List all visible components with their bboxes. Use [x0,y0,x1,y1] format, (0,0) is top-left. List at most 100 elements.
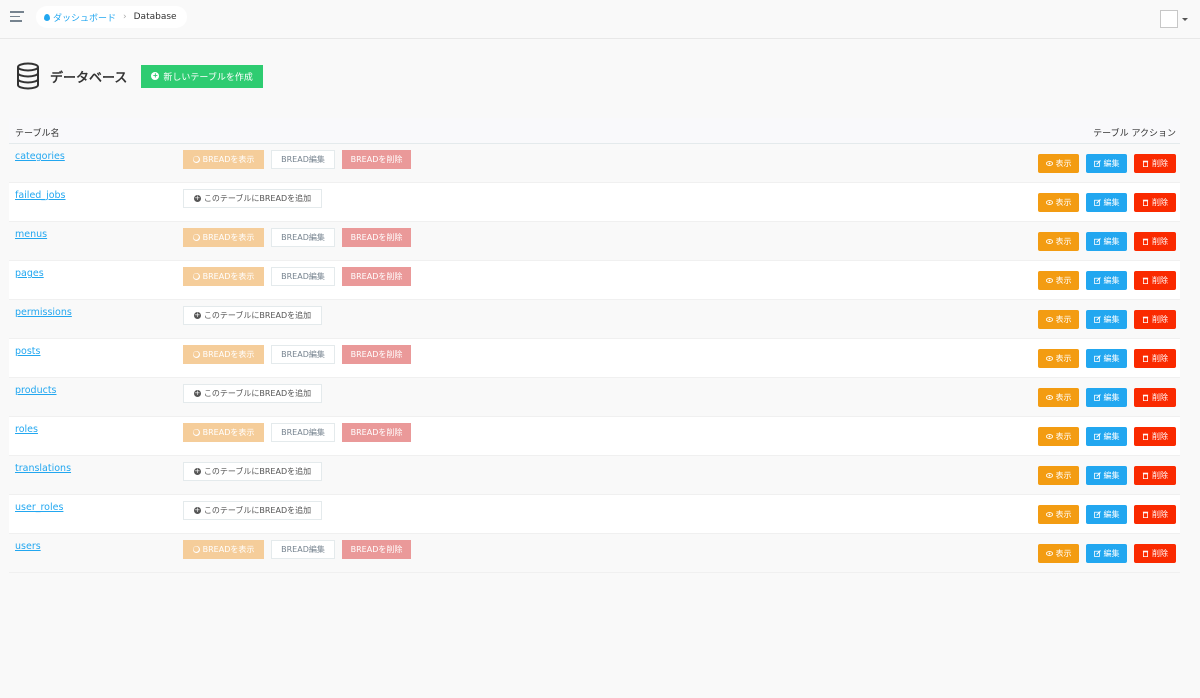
table-name-link[interactable]: translations [15,463,71,474]
bread-add-button[interactable]: + このテーブルにBREADを追加 [183,384,322,403]
delete-label: 削除 [1152,276,1168,285]
table-name-link[interactable]: permissions [15,307,72,318]
trash-icon [1142,394,1149,401]
edit-button[interactable]: 編集 [1086,466,1127,485]
table-name-link[interactable]: pages [15,268,44,279]
user-menu[interactable] [1160,10,1188,28]
table-row: pages ● BREADを表示 BREAD編集 BREADを削除 表示 編集 削除 [9,261,1180,300]
edit-button[interactable]: 編集 [1086,310,1127,329]
bread-show-button[interactable]: ● BREADを表示 [183,150,264,169]
delete-label: 削除 [1152,354,1168,363]
bread-show-button[interactable]: ● BREADを表示 [183,267,264,286]
view-label: 表示 [1055,393,1072,402]
bread-add-button[interactable]: + このテーブルにBREADを追加 [183,501,322,520]
plus-circle-icon: + [151,71,160,80]
delete-button[interactable]: 削除 [1134,505,1176,524]
edit-button[interactable]: 編集 [1086,154,1127,173]
edit-button[interactable]: 編集 [1086,388,1127,407]
bread-edit-button[interactable]: BREAD編集 [271,423,335,442]
pencil-square-icon [1093,433,1101,440]
edit-label: 編集 [1103,432,1120,441]
edit-button[interactable]: 編集 [1086,193,1127,212]
delete-label: 削除 [1152,432,1168,441]
view-button[interactable]: 表示 [1038,388,1079,407]
bread-edit-button[interactable]: BREAD編集 [271,228,335,247]
edit-button[interactable]: 編集 [1086,505,1127,524]
edit-button[interactable]: 編集 [1086,271,1127,290]
view-button[interactable]: 表示 [1038,271,1079,290]
edit-button[interactable]: 編集 [1086,544,1127,563]
column-header-name: テーブル名 [15,129,60,139]
delete-button[interactable]: 削除 [1134,466,1176,485]
caret-down-icon[interactable] [1182,17,1188,21]
delete-button[interactable]: 削除 [1134,193,1176,212]
bread-edit-button[interactable]: BREAD編集 [271,150,335,169]
bread-delete-button[interactable]: BREADを削除 [342,540,411,559]
view-button[interactable]: 表示 [1038,544,1079,563]
bread-delete-button[interactable]: BREADを削除 [342,267,411,286]
trash-icon [1142,199,1149,206]
bread-edit-button[interactable]: BREAD編集 [271,540,335,559]
bread-edit-button[interactable]: BREAD編集 [271,345,335,364]
view-label: 表示 [1055,198,1072,207]
view-button[interactable]: 表示 [1038,310,1079,329]
breadcrumb-home-label[interactable]: ダッシュボード [53,11,116,24]
table-actions: 表示 編集 削除 [1038,271,1176,290]
hamburger-icon[interactable] [10,11,24,23]
table-actions: 表示 編集 削除 [1038,544,1176,563]
bread-show-label: BREADを表示 [202,428,255,437]
view-button[interactable]: 表示 [1038,154,1079,173]
delete-button[interactable]: 削除 [1134,427,1176,446]
edit-button[interactable]: 編集 [1086,349,1127,368]
bread-delete-button[interactable]: BREADを削除 [342,423,411,442]
table-name-link[interactable]: products [15,385,57,396]
edit-button[interactable]: 編集 [1086,232,1127,251]
delete-label: 削除 [1152,159,1168,168]
eye-icon: ● [192,545,200,553]
eye-icon: ● [192,428,200,436]
view-button[interactable]: 表示 [1038,349,1079,368]
bread-actions: ● BREADを表示 BREAD編集 BREADを削除 [183,228,411,247]
bread-actions: ● BREADを表示 BREAD編集 BREADを削除 [183,345,411,364]
bread-delete-button[interactable]: BREADを削除 [342,345,411,364]
delete-button[interactable]: 削除 [1134,349,1176,368]
delete-button[interactable]: 削除 [1134,388,1176,407]
bread-delete-button[interactable]: BREADを削除 [342,150,411,169]
bread-show-button[interactable]: ● BREADを表示 [183,228,264,247]
bread-add-button[interactable]: + このテーブルにBREADを追加 [183,189,322,208]
view-button[interactable]: 表示 [1038,466,1079,485]
table-name-link[interactable]: failed_jobs [15,190,66,201]
trash-icon [1142,316,1149,323]
view-button[interactable]: 表示 [1038,193,1079,212]
table-header: テーブル名 テーブル アクション [9,118,1180,144]
table-row: posts ● BREADを表示 BREAD編集 BREADを削除 表示 編集 削除 [9,339,1180,378]
delete-button[interactable]: 削除 [1134,271,1176,290]
bread-show-button[interactable]: ● BREADを表示 [183,345,264,364]
delete-button[interactable]: 削除 [1134,310,1176,329]
view-button[interactable]: 表示 [1038,427,1079,446]
table-name-link[interactable]: roles [15,424,38,435]
bread-delete-button[interactable]: BREADを削除 [342,228,411,247]
edit-button[interactable]: 編集 [1086,427,1127,446]
view-button[interactable]: 表示 [1038,505,1079,524]
eye-icon: ● [192,272,200,280]
create-table-button[interactable]: + 新しいテーブルを作成 [141,64,263,88]
delete-button[interactable]: 削除 [1134,154,1176,173]
delete-button[interactable]: 削除 [1134,544,1176,563]
table-name-link[interactable]: categories [15,151,65,162]
bread-add-button[interactable]: + このテーブルにBREADを追加 [183,306,322,325]
table-name-link[interactable]: menus [15,229,47,240]
table-name-link[interactable]: posts [15,346,40,357]
bread-edit-button[interactable]: BREAD編集 [271,267,335,286]
avatar[interactable] [1160,10,1178,28]
bread-show-button[interactable]: ● BREADを表示 [183,540,264,559]
eye-icon [1045,434,1053,439]
bread-add-button[interactable]: + このテーブルにBREADを追加 [183,462,322,481]
bread-show-button[interactable]: ● BREADを表示 [183,423,264,442]
table-name-link[interactable]: users [15,541,41,552]
table-name-link[interactable]: user_roles [15,502,63,513]
delete-button[interactable]: 削除 [1134,232,1176,251]
bread-actions: + このテーブルにBREADを追加 [183,306,322,325]
view-button[interactable]: 表示 [1038,232,1079,251]
breadcrumb-home[interactable]: ダッシュボード [44,11,116,24]
